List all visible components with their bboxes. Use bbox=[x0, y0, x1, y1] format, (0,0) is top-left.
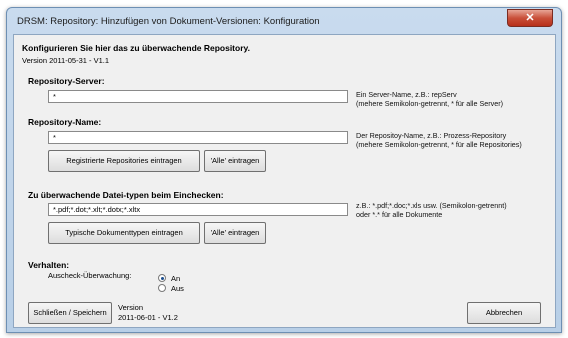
repository-server-label: Repository-Server: bbox=[28, 76, 105, 86]
checkout-off-label[interactable]: Aus bbox=[171, 284, 184, 293]
window-close-button[interactable]: ✕ bbox=[507, 9, 553, 27]
cancel-button[interactable]: Abbrechen bbox=[467, 302, 541, 324]
dialog-client-area: Konfigurieren Sie hier das zu überwachen… bbox=[13, 34, 556, 328]
header-version: Version 2011-05-31 - V1.1 bbox=[22, 56, 110, 65]
repository-name-input[interactable]: * bbox=[48, 131, 348, 144]
close-icon: ✕ bbox=[525, 12, 535, 24]
repository-name-label: Repository-Name: bbox=[28, 117, 102, 127]
checkout-on-radio[interactable] bbox=[158, 274, 166, 282]
file-types-label: Zu überwachende Datei-typen beim Einchec… bbox=[28, 190, 224, 200]
all-file-types-button[interactable]: 'Alle' eintragen bbox=[204, 222, 266, 244]
window-title: DRSM: Repository: Hinzufügen von Dokumen… bbox=[17, 16, 320, 27]
all-repositories-button[interactable]: 'Alle' eintragen bbox=[204, 150, 266, 172]
file-types-input[interactable]: *.pdf;*.dot;*.xlt;*.dotx;*.xltx bbox=[48, 203, 348, 216]
title-bar[interactable]: DRSM: Repository: Hinzufügen von Dokumen… bbox=[7, 8, 561, 35]
repository-name-hint-2: (mehere Semikolon-getrennt, * für alle R… bbox=[356, 140, 522, 149]
dialog-window: DRSM: Repository: Hinzufügen von Dokumen… bbox=[6, 7, 562, 333]
footer-version-value: 2011-06-01 - V1.2 bbox=[118, 313, 178, 322]
page-title: Konfigurieren Sie hier das zu überwachen… bbox=[22, 43, 250, 53]
checkout-on-label[interactable]: An bbox=[171, 274, 180, 283]
typical-document-types-button[interactable]: Typische Dokumenttypen eintragen bbox=[48, 222, 200, 244]
repository-server-input[interactable]: * bbox=[48, 90, 348, 103]
footer-version-label: Version bbox=[118, 303, 144, 312]
repository-server-hint-2: (mehere Semikolon-getrennt, * für alle S… bbox=[356, 99, 504, 108]
close-save-button[interactable]: Schließen / Speichern bbox=[28, 302, 112, 324]
register-repositories-button[interactable]: Registrierte Repositories eintragen bbox=[48, 150, 200, 172]
checkout-monitoring-label: Auscheck-Überwachung: bbox=[48, 271, 132, 280]
behavior-label: Verhalten: bbox=[28, 260, 70, 270]
file-types-hint-2: oder *.* für alle Dokumente bbox=[356, 210, 443, 219]
checkout-off-radio[interactable] bbox=[158, 284, 166, 292]
